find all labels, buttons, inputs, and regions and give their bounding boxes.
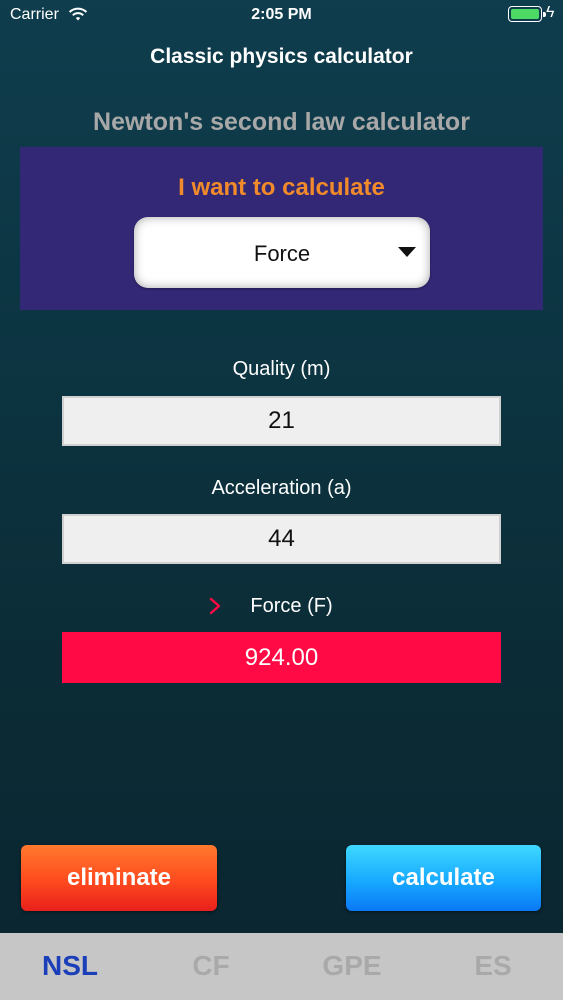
calculate-button[interactable]: calculate — [346, 845, 541, 911]
mass-input[interactable]: 21 — [62, 396, 501, 446]
tab-nsl[interactable]: NSL — [20, 933, 120, 1000]
quantity-dropdown[interactable]: Force — [134, 217, 430, 288]
tab-cf[interactable]: CF — [161, 933, 261, 1000]
mass-label: Quality (m) — [232, 358, 331, 380]
status-bar: Carrier 2:05 PM ϟ — [0, 0, 563, 30]
dropdown-selected-value: Force — [253, 241, 311, 266]
acceleration-label: Acceleration (a) — [211, 477, 352, 499]
calculation-selector-panel: I want to calculate Force — [20, 147, 543, 310]
result-value: 924.00 — [62, 632, 501, 683]
tab-gpe[interactable]: GPE — [302, 933, 402, 1000]
tab-bar: NSL CF GPE ES — [0, 933, 563, 1000]
battery-icon — [508, 6, 546, 22]
eliminate-button[interactable]: eliminate — [21, 845, 217, 911]
nav-title: Classic physics calculator — [150, 45, 413, 68]
charging-icon: ϟ — [546, 4, 555, 21]
acceleration-input[interactable]: 44 — [62, 514, 501, 564]
selector-prompt: I want to calculate — [178, 174, 385, 201]
tab-es[interactable]: ES — [443, 933, 543, 1000]
result-label: Force (F) — [250, 595, 333, 617]
page-title: Newton's second law calculator — [93, 108, 470, 136]
clock: 2:05 PM — [251, 6, 312, 23]
caret-down-icon — [398, 247, 416, 257]
